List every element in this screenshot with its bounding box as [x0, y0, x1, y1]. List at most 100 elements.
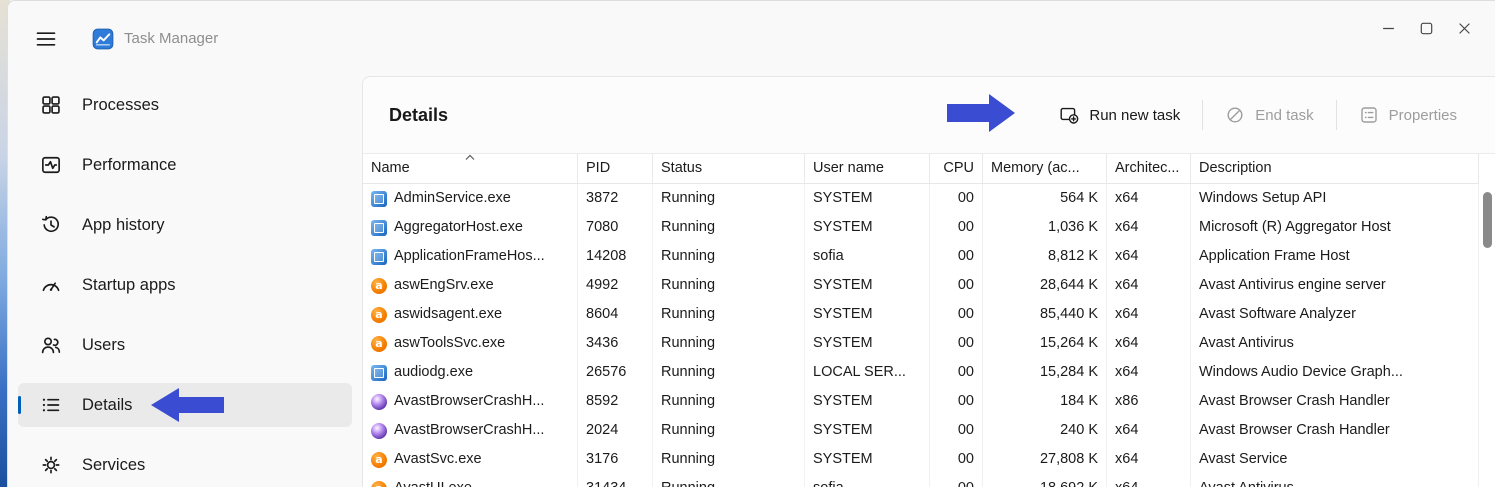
- close-button[interactable]: [1445, 7, 1483, 49]
- table-row[interactable]: audiodg.exe26576RunningLOCAL SER...0015,…: [363, 358, 1479, 387]
- cell-memory: 240 K: [983, 416, 1107, 445]
- sidebar-item-label: Startup apps: [82, 276, 176, 295]
- cell-pid: 31434: [578, 474, 653, 487]
- vertical-scrollbar[interactable]: [1481, 188, 1493, 487]
- cell-cpu: 00: [930, 271, 983, 300]
- cell-status: Running: [653, 271, 805, 300]
- column-header-memory[interactable]: Memory (ac...: [983, 154, 1107, 183]
- cell-arch: x86: [1107, 387, 1191, 416]
- sidebar-item-performance[interactable]: Performance: [18, 143, 352, 187]
- table-row[interactable]: ApplicationFrameHos...14208Runningsofia0…: [363, 242, 1479, 271]
- sidebar-item-app-history[interactable]: App history: [18, 203, 352, 247]
- details-icon: [40, 394, 62, 416]
- processes-icon: [40, 94, 62, 116]
- cell-pid: 7080: [578, 213, 653, 242]
- toolbar-separator: [1336, 100, 1337, 130]
- cell-cpu: 00: [930, 474, 983, 487]
- cell-name: audiodg.exe: [363, 358, 578, 387]
- cell-status: Running: [653, 213, 805, 242]
- column-header-user[interactable]: User name: [805, 154, 930, 183]
- process-name: AggregatorHost.exe: [394, 213, 523, 242]
- table-body: AdminService.exe3872RunningSYSTEM00564 K…: [363, 184, 1479, 487]
- startup-apps-icon: [40, 274, 62, 296]
- maximize-button[interactable]: [1407, 7, 1445, 49]
- cell-status: Running: [653, 329, 805, 358]
- sidebar-item-processes[interactable]: Processes: [18, 83, 352, 127]
- cell-pid: 3436: [578, 329, 653, 358]
- cell-status: Running: [653, 300, 805, 329]
- hamburger-menu-button[interactable]: [26, 19, 66, 59]
- cell-status: Running: [653, 474, 805, 487]
- column-header-pid[interactable]: PID: [578, 154, 653, 183]
- column-header-description[interactable]: Description: [1191, 154, 1479, 183]
- cell-name: ApplicationFrameHos...: [363, 242, 578, 271]
- cell-name: AdminService.exe: [363, 184, 578, 213]
- cell-cpu: 00: [930, 387, 983, 416]
- cell-description: Avast Browser Crash Handler: [1191, 387, 1479, 416]
- sidebar-item-users[interactable]: Users: [18, 323, 352, 367]
- performance-icon: [40, 154, 62, 176]
- cell-arch: x64: [1107, 329, 1191, 358]
- column-header-arch[interactable]: Architec...: [1107, 154, 1191, 183]
- cell-status: Running: [653, 184, 805, 213]
- column-header-name[interactable]: Name: [363, 154, 578, 183]
- sidebar-item-label: Users: [82, 336, 125, 355]
- run-new-task-button[interactable]: Run new task: [1045, 97, 1194, 133]
- run-new-task-icon: [1059, 105, 1079, 125]
- cell-memory: 184 K: [983, 387, 1107, 416]
- app-title: Task Manager: [124, 30, 218, 47]
- column-header-status[interactable]: Status: [653, 154, 805, 183]
- avast-icon: [371, 452, 387, 468]
- cell-memory: 564 K: [983, 184, 1107, 213]
- cell-status: Running: [653, 242, 805, 271]
- process-name: audiodg.exe: [394, 358, 473, 387]
- table-row[interactable]: AvastUI.exe31434Runningsofia0018,692 Kx6…: [363, 474, 1479, 487]
- windows-app-icon: [371, 191, 387, 207]
- end-task-button[interactable]: End task: [1211, 97, 1327, 133]
- table-row[interactable]: aswEngSrv.exe4992RunningSYSTEM0028,644 K…: [363, 271, 1479, 300]
- cell-cpu: 00: [930, 242, 983, 271]
- sidebar-item-label: Processes: [82, 96, 159, 115]
- cell-cpu: 00: [930, 329, 983, 358]
- windows-app-icon: [371, 365, 387, 381]
- table-row[interactable]: AvastSvc.exe3176RunningSYSTEM0027,808 Kx…: [363, 445, 1479, 474]
- table-row[interactable]: aswidsagent.exe8604RunningSYSTEM0085,440…: [363, 300, 1479, 329]
- properties-button[interactable]: Properties: [1345, 97, 1471, 133]
- table-row[interactable]: AdminService.exe3872RunningSYSTEM00564 K…: [363, 184, 1479, 213]
- sidebar-item-label: App history: [82, 216, 165, 235]
- cell-name: AggregatorHost.exe: [363, 213, 578, 242]
- sidebar-item-startup-apps[interactable]: Startup apps: [18, 263, 352, 307]
- cell-memory: 15,264 K: [983, 329, 1107, 358]
- table-row[interactable]: AvastBrowserCrashH...8592RunningSYSTEM00…: [363, 387, 1479, 416]
- end-task-icon: [1225, 105, 1245, 125]
- sidebar-item-label: Performance: [82, 156, 176, 175]
- process-name: aswToolsSvc.exe: [394, 329, 505, 358]
- minimize-button[interactable]: [1369, 7, 1407, 49]
- run-new-task-label: Run new task: [1089, 107, 1180, 124]
- sort-ascending-icon: [465, 154, 476, 161]
- cell-arch: x64: [1107, 271, 1191, 300]
- cell-user: SYSTEM: [805, 213, 930, 242]
- sidebar-item-services[interactable]: Services: [18, 443, 352, 487]
- process-name: AvastBrowserCrashH...: [394, 387, 544, 416]
- table-row[interactable]: AvastBrowserCrashH...2024RunningSYSTEM00…: [363, 416, 1479, 445]
- table-row[interactable]: aswToolsSvc.exe3436RunningSYSTEM0015,264…: [363, 329, 1479, 358]
- task-manager-logo-icon: [92, 28, 114, 50]
- cell-name: aswToolsSvc.exe: [363, 329, 578, 358]
- maximize-icon: [1420, 22, 1433, 35]
- cell-description: Avast Antivirus: [1191, 329, 1479, 358]
- scrollbar-thumb[interactable]: [1483, 192, 1492, 248]
- cell-cpu: 00: [930, 416, 983, 445]
- task-manager-window: Task Manager Processes Performance App his…: [7, 0, 1495, 487]
- column-header-cpu[interactable]: CPU: [930, 154, 983, 183]
- cell-pid: 8592: [578, 387, 653, 416]
- toolbar-separator: [1202, 100, 1203, 130]
- table-row[interactable]: AggregatorHost.exe7080RunningSYSTEM001,0…: [363, 213, 1479, 242]
- cell-status: Running: [653, 416, 805, 445]
- cell-name: aswidsagent.exe: [363, 300, 578, 329]
- sidebar-item-details[interactable]: Details: [18, 383, 352, 427]
- cell-pid: 4992: [578, 271, 653, 300]
- windows-app-icon: [371, 220, 387, 236]
- cell-memory: 27,808 K: [983, 445, 1107, 474]
- cell-pid: 2024: [578, 416, 653, 445]
